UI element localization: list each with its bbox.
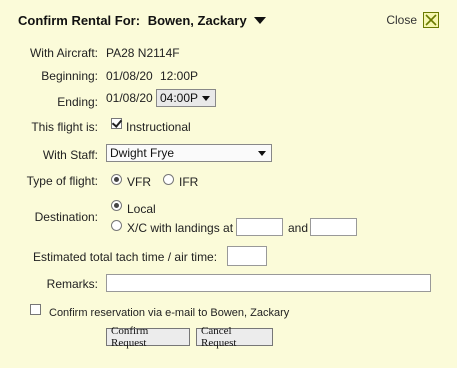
chevron-down-icon	[258, 151, 266, 156]
staff-row: With Staff: Dwight Frye	[0, 144, 457, 164]
vfr-label: VFR	[127, 175, 151, 189]
aircraft-label: With Aircraft:	[29, 46, 98, 60]
ending-label: Ending:	[57, 95, 98, 109]
ifr-radio[interactable]	[163, 174, 174, 185]
confirm-request-button[interactable]: Confirm Request	[106, 325, 190, 349]
xc-label: X/C with landings at	[127, 221, 234, 235]
remarks-row: Remarks:	[0, 274, 457, 294]
ending-time-select[interactable]: 04:00P	[156, 89, 216, 107]
destination-label: Destination:	[34, 210, 98, 224]
cancel-request-button[interactable]: Cancel Request	[196, 325, 273, 349]
instructional-label: Instructional	[126, 120, 191, 134]
email-confirm-label: Confirm reservation via e-mail to Bowen,…	[49, 307, 290, 319]
chevron-down-icon	[202, 96, 210, 101]
ending-time-value: 04:00P	[160, 91, 199, 105]
dialog-header: Confirm Rental For: Bowen, Zackary Close	[0, 10, 457, 32]
staff-label: With Staff:	[42, 148, 98, 162]
beginning-date: 01/08/20	[106, 69, 153, 83]
destination-row: Destination: Local X/C with landings at …	[0, 198, 457, 240]
remarks-input[interactable]	[106, 274, 431, 292]
flight-is-label: This flight is:	[31, 120, 98, 134]
close-control[interactable]: Close	[386, 12, 439, 28]
aircraft-row: With Aircraft: PA28 N2114F	[0, 43, 457, 63]
vfr-radio[interactable]	[111, 174, 122, 185]
local-label: Local	[127, 202, 156, 216]
dialog-title: Confirm Rental For: Bowen, Zackary	[18, 13, 267, 28]
xc-radio[interactable]	[111, 220, 122, 231]
flight-type-label: Type of flight:	[26, 174, 98, 188]
renter-dropdown-icon[interactable]	[254, 17, 267, 24]
ending-row: Ending: 01/08/20 04:00P	[0, 89, 457, 109]
tach-label: Estimated total tach time / air time:	[33, 250, 218, 264]
email-confirm-checkbox[interactable]	[30, 304, 41, 315]
close-icon[interactable]	[423, 12, 439, 28]
close-label[interactable]: Close	[386, 13, 417, 27]
ending-date: 01/08/20	[106, 91, 153, 105]
email-row: Confirm reservation via e-mail to Bowen,…	[0, 303, 457, 323]
flight-type-row: Type of flight: VFR IFR	[0, 171, 457, 191]
xc-landing-2-input[interactable]	[310, 218, 357, 236]
staff-selected-value: Dwight Frye	[110, 146, 175, 160]
local-radio[interactable]	[111, 200, 122, 211]
tach-row: Estimated total tach time / air time:	[0, 246, 457, 266]
ifr-label: IFR	[179, 175, 199, 189]
and-label: and	[288, 221, 309, 235]
xc-landing-1-input[interactable]	[236, 218, 283, 236]
dialog-title-prefix: Confirm Rental For:	[18, 13, 141, 28]
staff-select[interactable]: Dwight Frye	[106, 144, 272, 162]
beginning-label: Beginning:	[41, 69, 98, 83]
tach-time-input[interactable]	[227, 246, 267, 266]
remarks-label: Remarks:	[46, 277, 98, 291]
aircraft-value: PA28 N2114F	[106, 46, 180, 60]
beginning-row: Beginning: 01/08/20 12:00P	[0, 66, 457, 86]
renter-name[interactable]: Bowen, Zackary	[148, 13, 247, 28]
instructional-checkbox[interactable]	[111, 118, 122, 129]
beginning-time: 12:00P	[160, 69, 199, 83]
flight-is-row: This flight is: Instructional	[0, 117, 457, 137]
